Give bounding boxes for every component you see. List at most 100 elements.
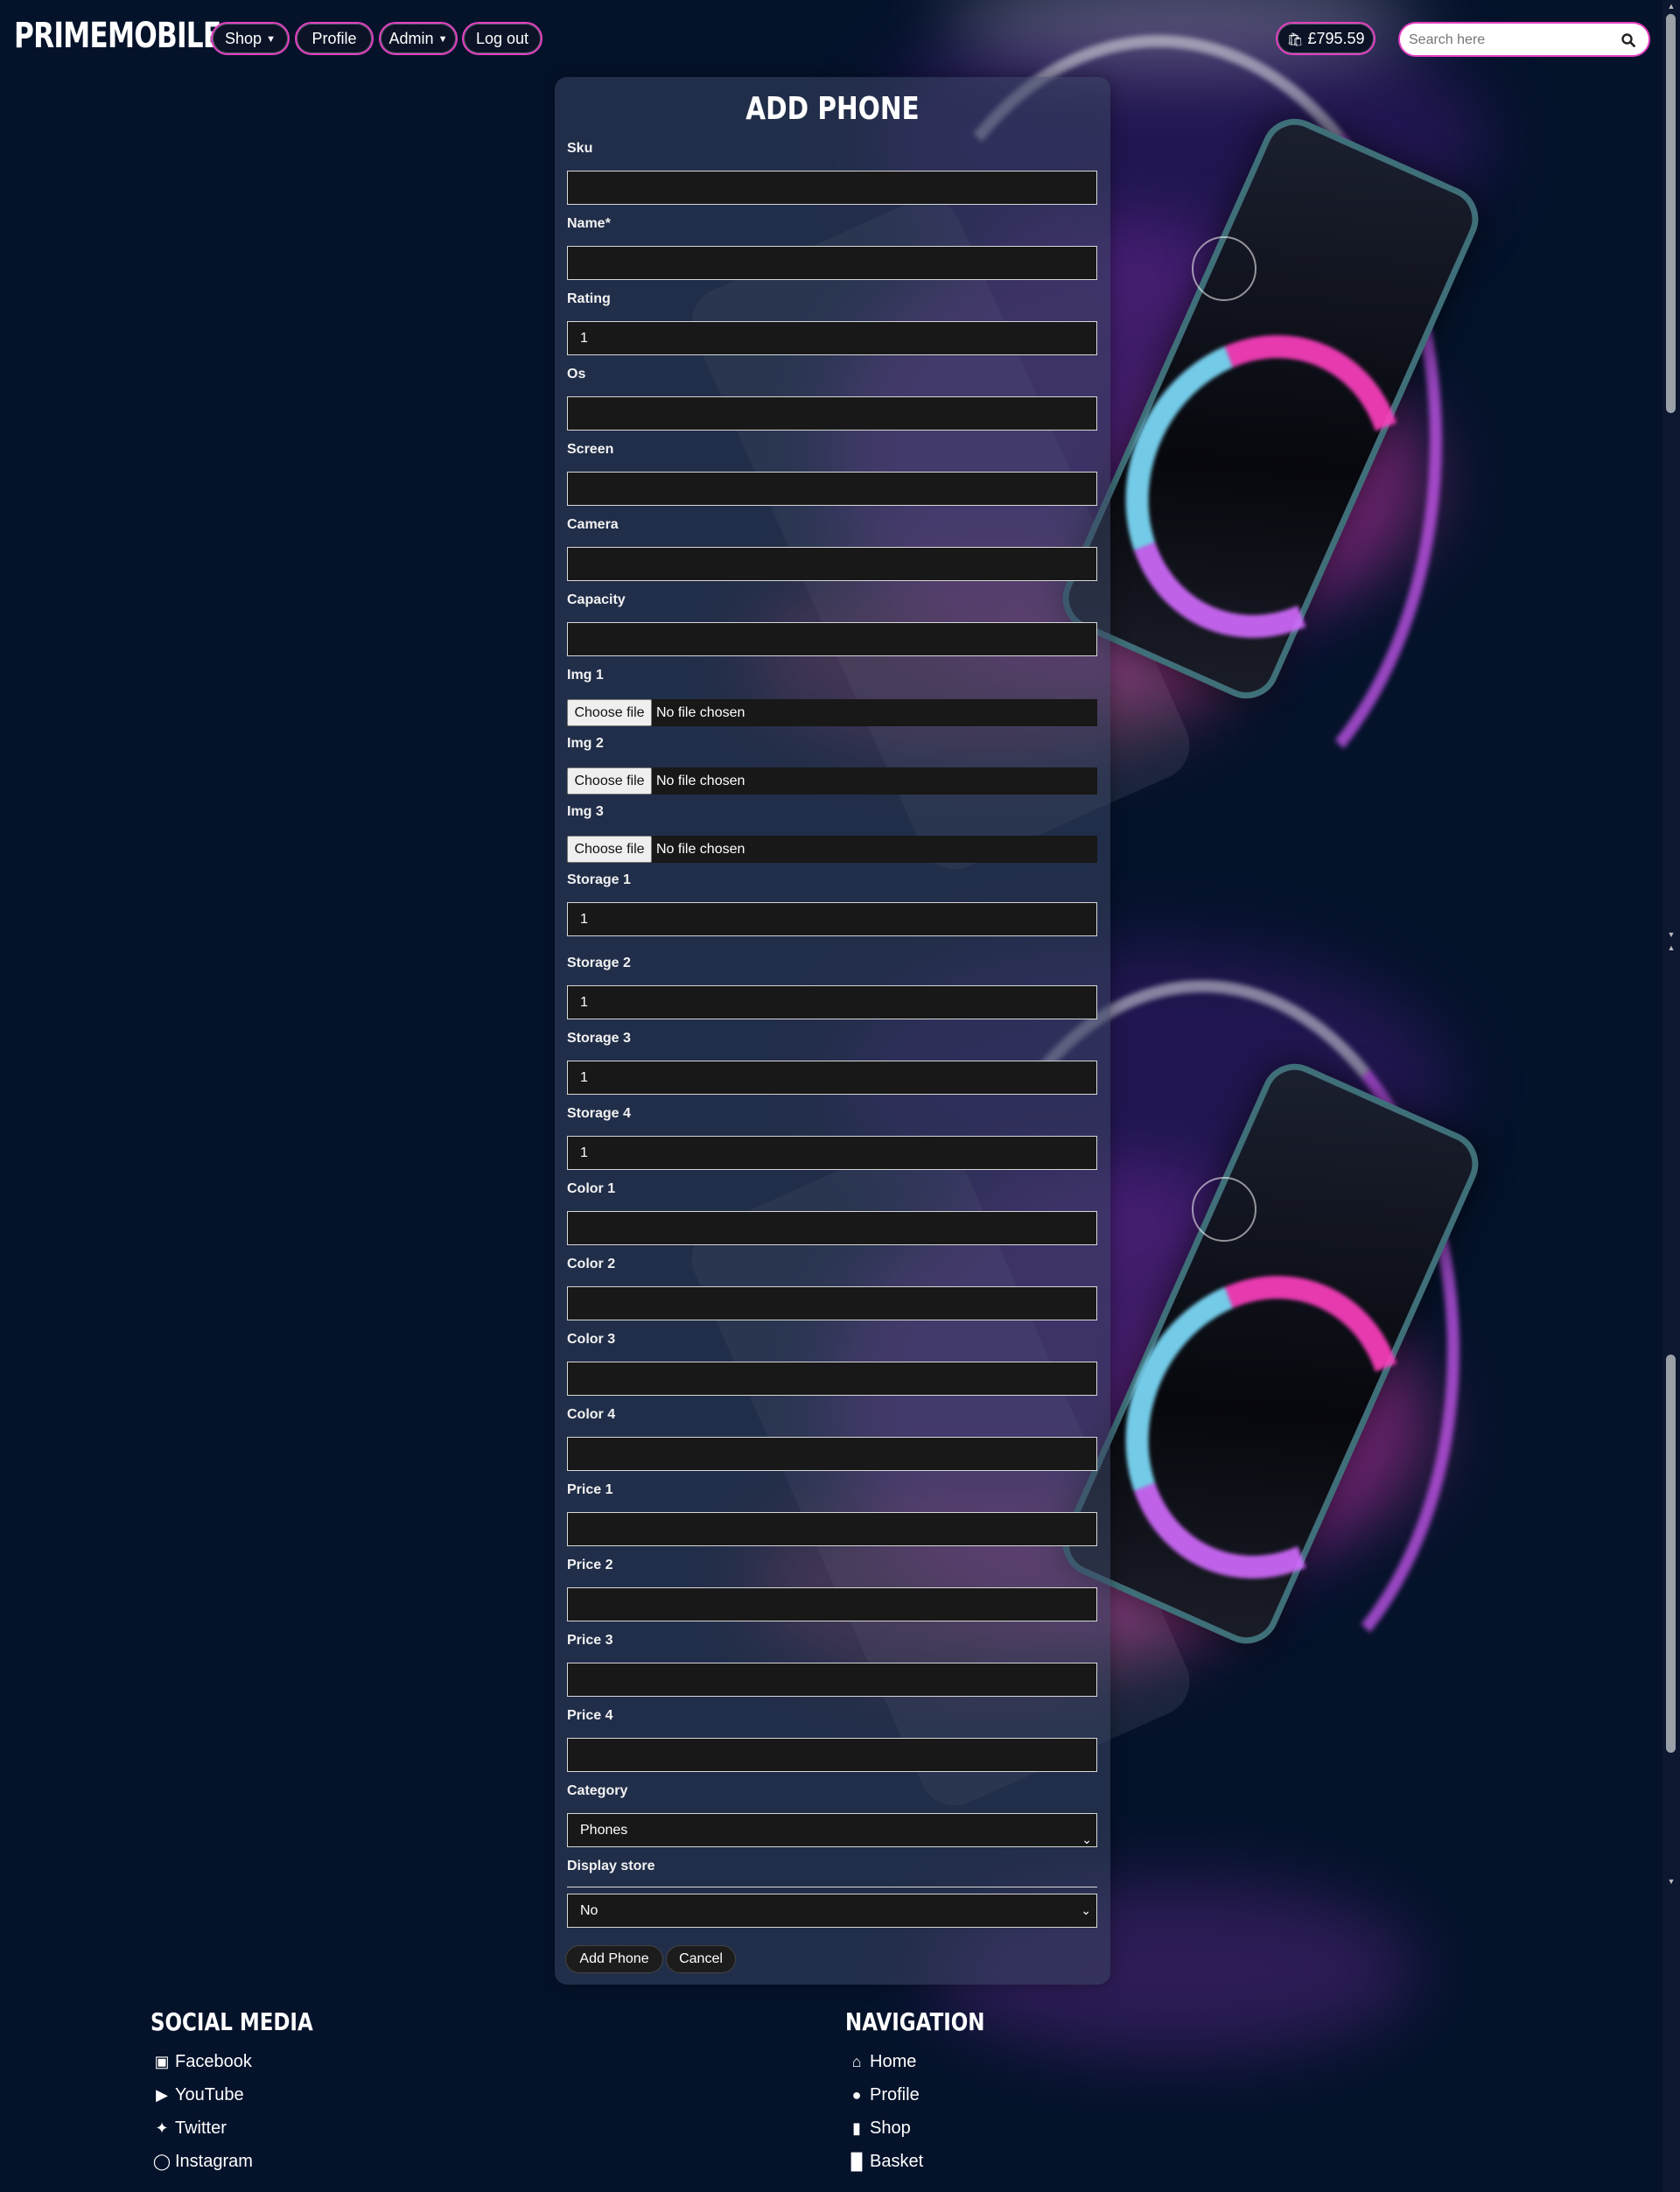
rating-input[interactable] [567,321,1097,355]
basket-button[interactable]: 🛍 £795.59 [1276,22,1376,55]
logout-button[interactable]: Log out [462,22,542,55]
home-icon: ⌂ [851,2053,862,2070]
file-input-img1[interactable]: Choose file No file chosen [567,699,1097,726]
form-field-screen: Screen [567,442,1097,506]
field-label: Color 1 [567,1181,616,1196]
os-input[interactable] [567,396,1097,431]
facebook-icon: ▣ [154,2053,170,2070]
file-input-img3[interactable]: Choose file No file chosen [567,836,1097,863]
search-bar [1398,22,1650,57]
file-status: No file chosen [656,774,746,788]
form-field-price1: Price 1 [567,1482,1097,1546]
field-label: Storage 3 [567,1031,631,1046]
color4-input[interactable] [567,1437,1097,1471]
color3-input[interactable] [567,1362,1097,1396]
form-field-price2: Price 2 [567,1558,1097,1621]
sku-input[interactable] [567,171,1097,205]
display-store-value: No [580,1903,598,1918]
logout-label: Log out [475,30,529,47]
display-store-selected-value: No ⌄ [567,1894,1097,1928]
nav-profile-button[interactable]: Profile [295,22,374,55]
price2-input[interactable] [567,1587,1097,1621]
file-input-img2[interactable]: Choose file No file chosen [567,767,1097,795]
scroll-up-icon[interactable]: ▲ [1667,2,1676,11]
page-scrollbar[interactable]: ▲ ▼ ▲ ▼ [1662,0,1680,2192]
choose-file-button[interactable]: Choose file [567,767,652,795]
form-field-color4: Color 4 [567,1407,1097,1471]
field-label: Price 4 [567,1708,613,1723]
price3-input[interactable] [567,1663,1097,1697]
color1-input[interactable] [567,1211,1097,1245]
name-input[interactable] [567,246,1097,280]
form-field-display-store: Display store [567,1859,1097,1898]
nav-shop-dropdown[interactable]: Shop ▼ [211,22,290,55]
scroll-up-icon[interactable]: ▲ [1667,943,1676,952]
price1-input[interactable] [567,1512,1097,1546]
cancel-button[interactable]: Cancel [667,1946,735,1972]
footer-social-title: SOCIAL MEDIA [150,2007,313,2036]
add-phone-form: ADD PHONE Sku Name* Rating Os Screen Cam… [555,77,1110,1985]
category-select[interactable]: Phones ⌄ [567,1813,1097,1847]
form-field-color1: Color 1 [567,1181,1097,1245]
form-field-rating: Rating [567,291,1097,355]
search-input[interactable] [1407,24,1612,55]
form-field-color2: Color 2 [567,1257,1097,1320]
storage4-input[interactable] [567,1136,1097,1170]
footer-link-profile[interactable]: ● Profile [847,2085,920,2105]
form-field-storage1: Storage 1 [567,872,1097,936]
nav-shop-label: Shop [225,30,262,47]
scroll-down-icon[interactable]: ▼ [1667,930,1676,939]
field-label: Screen [567,442,614,457]
scrollbar-thumb[interactable] [1666,14,1676,413]
form-field-camera: Camera [567,517,1097,581]
footer-link-home[interactable]: ⌂ Home [847,2052,917,2072]
field-label: Price 3 [567,1633,613,1648]
basket-total: £795.59 [1307,30,1365,47]
footer-link-label: Home [870,2052,917,2071]
storage3-input[interactable] [567,1061,1097,1095]
capacity-input[interactable] [567,622,1097,656]
field-label: Img 2 [567,736,604,751]
scrollbar-thumb[interactable] [1666,1355,1676,1753]
add-phone-submit-button[interactable]: Add Phone [566,1946,662,1972]
footer-link-twitter[interactable]: ✦ Twitter [152,2118,226,2139]
search-icon [1621,33,1635,47]
field-label: Name* [567,216,611,231]
field-label: Img 3 [567,804,604,819]
color2-input[interactable] [567,1286,1097,1320]
footer-link-basket[interactable]: █ Basket [847,2152,924,2172]
footer-link-label: Shop [870,2118,911,2138]
nav-admin-dropdown[interactable]: Admin ▼ [379,22,458,55]
footer-link-shop[interactable]: ▮ Shop [847,2118,911,2139]
chevron-down-icon: ▼ [438,34,448,45]
display-store-select[interactable]: No ⌄ [567,1894,1097,1928]
shopping-bag-icon: 🛍 [1286,32,1304,47]
nav-admin-label: Admin [388,30,434,47]
page-title: ADD PHONE [746,91,920,127]
field-label: Sku [567,141,593,156]
form-field-storage4: Storage 4 [567,1106,1097,1170]
search-button[interactable] [1614,24,1643,55]
choose-file-button[interactable]: Choose file [567,699,652,726]
form-field-img2: Img 2 Choose file No file chosen [567,736,1097,795]
navbar: PRIMEMOBILE Shop ▼ Profile Admin ▼ Log out… [0,0,1680,77]
camera-input[interactable] [567,547,1097,581]
scroll-down-icon[interactable]: ▼ [1667,1877,1676,1886]
footer-link-youtube[interactable]: ▶ YouTube [152,2085,244,2105]
field-label: Display store [567,1859,655,1873]
field-label: Price 2 [567,1558,613,1572]
screen-input[interactable] [567,472,1097,506]
form-field-os: Os [567,367,1097,431]
choose-file-button[interactable]: Choose file [567,836,652,863]
footer-link-instagram[interactable]: ◯ Instagram [152,2152,253,2172]
form-field-price3: Price 3 [567,1633,1097,1697]
brand-logo[interactable]: PRIMEMOBILE [14,16,221,56]
storage1-input[interactable] [567,902,1097,936]
price4-input[interactable] [567,1738,1097,1772]
footer-link-facebook[interactable]: ▣ Facebook [152,2052,251,2072]
storage2-input[interactable] [567,985,1097,1019]
field-label: Img 1 [567,668,604,683]
form-field-sku: Sku [567,141,1097,205]
footer-link-label: Profile [870,2085,920,2104]
footer-link-label: YouTube [175,2085,244,2104]
